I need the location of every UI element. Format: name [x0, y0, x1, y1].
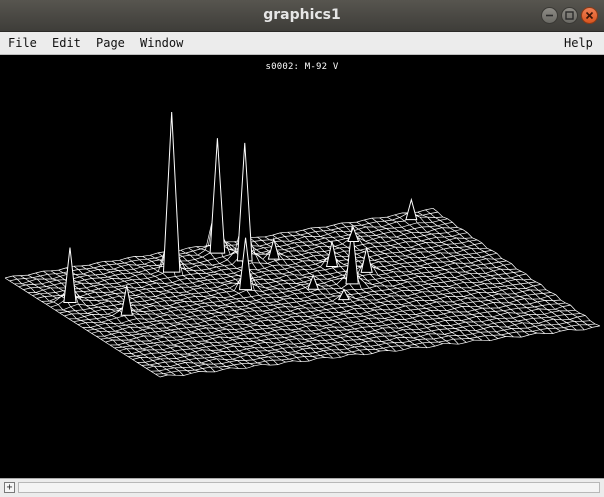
- window-title: graphics1: [263, 7, 341, 23]
- close-button[interactable]: [581, 7, 598, 24]
- maximize-button[interactable]: [561, 7, 578, 24]
- surface-peak: [120, 285, 133, 316]
- surface-mesh: [4, 207, 601, 378]
- graphics-canvas[interactable]: s0002: M-92 V: [0, 55, 604, 478]
- surface-peak: [267, 237, 280, 260]
- surface-peak: [209, 138, 226, 254]
- menu-bar: File Edit Page Window Help: [0, 32, 604, 55]
- menu-help[interactable]: Help: [564, 32, 593, 54]
- minimize-icon: [546, 14, 553, 17]
- scroll-toggle-button[interactable]: +: [4, 482, 15, 493]
- surface-peak: [162, 112, 181, 273]
- menu-window[interactable]: Window: [140, 32, 183, 54]
- title-bar[interactable]: graphics1: [0, 0, 604, 32]
- menu-edit[interactable]: Edit: [52, 32, 81, 54]
- plot-title: s0002: M-92 V: [265, 62, 339, 72]
- graphics-window: graphics1 File Edit Page Window Help s00…: [0, 0, 604, 497]
- surface-plot: [4, 112, 601, 378]
- surface-peak: [405, 197, 418, 221]
- menu-page[interactable]: Page: [96, 32, 125, 54]
- maximize-icon: [565, 11, 574, 20]
- close-icon: [585, 11, 594, 20]
- minimize-button[interactable]: [541, 7, 558, 24]
- status-bar: +: [0, 478, 604, 497]
- menu-file[interactable]: File: [8, 32, 37, 54]
- horizontal-scrollbar[interactable]: [18, 482, 600, 493]
